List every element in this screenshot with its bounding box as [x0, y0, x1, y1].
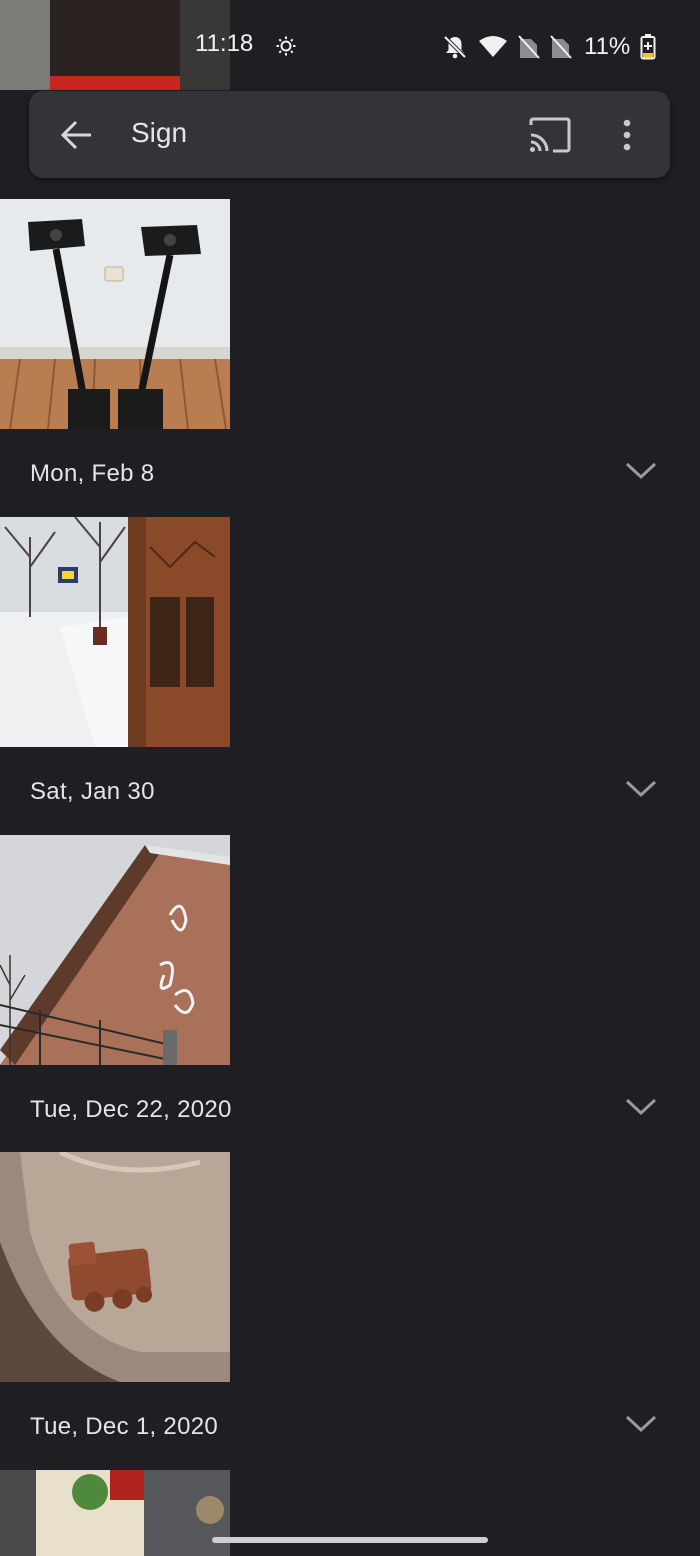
battery-charging-icon	[640, 34, 656, 60]
photo-thumbnail[interactable]	[0, 517, 230, 747]
wifi-icon	[478, 35, 508, 59]
photo-thumbnail[interactable]	[0, 835, 230, 1065]
cast-icon[interactable]	[527, 115, 571, 155]
date-group-header[interactable]: Mon, Feb 8	[0, 430, 700, 518]
date-group-header[interactable]: Tue, Dec 1, 2020	[0, 1383, 700, 1471]
chevron-down-icon[interactable]	[624, 458, 658, 482]
date-label: Tue, Dec 1, 2020	[30, 1413, 219, 1440]
brightness-icon	[276, 36, 296, 56]
notifications-off-icon	[442, 34, 468, 60]
date-group-header[interactable]: Tue, Dec 22, 2020	[0, 1066, 700, 1154]
date-label: Sat, Jan 30	[30, 778, 155, 805]
battery-percentage: 11%	[584, 33, 631, 60]
no-sim-icon	[550, 35, 572, 59]
arrow-left-icon[interactable]	[59, 117, 95, 153]
no-sim-icon	[518, 35, 540, 59]
date-label: Mon, Feb 8	[30, 460, 155, 487]
status-bar: 11:18 11%	[0, 0, 700, 92]
chevron-down-icon[interactable]	[624, 776, 658, 800]
chevron-down-icon[interactable]	[624, 1094, 658, 1118]
search-bar[interactable]: Sign	[29, 91, 670, 178]
more-vert-icon[interactable]	[613, 117, 641, 153]
search-query[interactable]: Sign	[131, 117, 187, 149]
home-indicator[interactable]	[212, 1537, 488, 1543]
status-time: 11:18	[195, 30, 254, 57]
date-group-header[interactable]: Sat, Jan 30	[0, 748, 700, 836]
date-label: Tue, Dec 22, 2020	[30, 1096, 232, 1123]
chevron-down-icon[interactable]	[624, 1411, 658, 1435]
photo-thumbnail-partial[interactable]	[0, 1470, 230, 1556]
photo-thumbnail[interactable]	[0, 199, 230, 429]
photo-thumbnail[interactable]	[0, 1152, 230, 1382]
